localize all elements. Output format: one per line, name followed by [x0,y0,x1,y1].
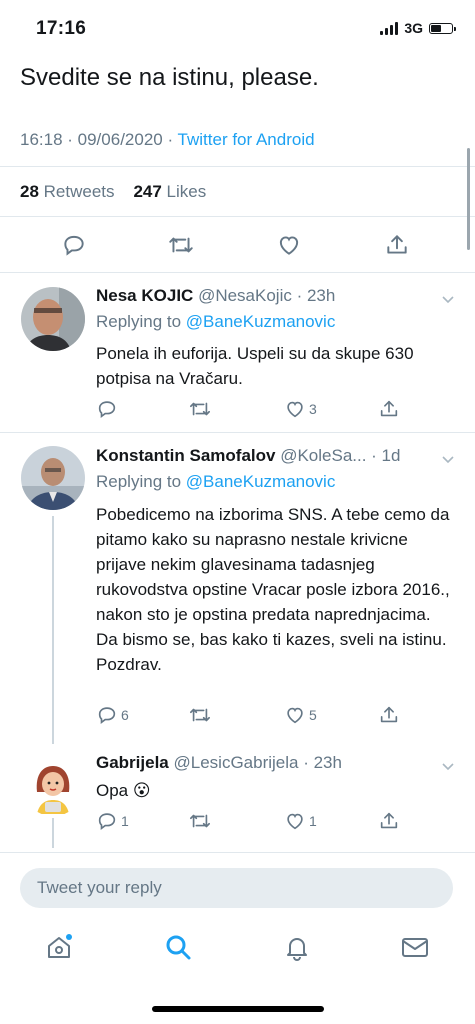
tweet-source-link[interactable]: Twitter for Android [178,130,315,149]
author-name[interactable]: Nesa KOJIC [96,286,193,305]
divider [0,432,475,433]
notifications-icon [287,938,307,961]
signal-icon [380,21,399,35]
retweet-button[interactable] [167,232,195,258]
heart-icon [287,707,303,724]
tab-bar [0,920,475,980]
like-button[interactable]: 1 [284,810,317,832]
tweet-stats: 28 Retweets 247 Likes [20,182,206,202]
retweet-button[interactable] [188,398,212,420]
search-icon [166,935,191,960]
reply-count: 1 [121,813,129,829]
mention-link[interactable]: @BaneKuzmanovic [186,312,336,331]
reply-text: Ponela ih euforija. Uspeli su da skupe 6… [96,344,414,388]
share-icon [380,706,398,723]
chevron-down-icon[interactable] [441,759,455,773]
share-button[interactable] [378,704,400,726]
retweet-button[interactable] [188,810,212,832]
reply-text: Opa 😮 [96,781,151,800]
tab-search[interactable] [163,932,193,962]
author-handle: @NesaKojic · 23h [198,286,336,305]
network-type: 3G [404,20,423,36]
reply-button[interactable]: 6 [96,704,129,726]
share-button[interactable] [378,398,400,420]
reply-count: 6 [121,707,129,723]
messages-icon [402,938,428,957]
status-indicators: 3G [380,20,456,36]
like-button[interactable]: 3 [284,398,317,420]
reply-button[interactable] [96,398,121,420]
avatar[interactable] [21,752,85,816]
like-button[interactable]: 5 [284,704,317,726]
tab-home[interactable] [44,932,74,962]
home-indicator[interactable] [152,1006,324,1012]
reply-icon [98,813,116,830]
reply-button[interactable] [61,232,87,258]
like-button[interactable] [276,232,302,258]
divider [0,272,475,273]
status-time: 17:16 [36,18,87,39]
retweet-icon [190,402,210,416]
share-icon [380,400,398,417]
author-handle: @LesicGabrijela · 23h [173,753,342,772]
battery-icon [429,22,456,34]
share-icon [387,235,407,254]
reply-button[interactable]: 1 [96,810,129,832]
like-count: 5 [309,707,317,723]
share-button[interactable] [384,232,410,258]
reply-input-placeholder: Tweet your reply [37,878,162,897]
replying-to: Replying to @BaneKuzmanovic [96,472,336,491]
home-icon [48,934,72,958]
like-count: 3 [309,401,317,417]
author-name[interactable]: Gabrijela [96,753,169,772]
divider [0,166,475,167]
reply-icon [98,401,116,418]
author-handle: @KoleSa... · 1d [280,446,401,465]
reply-icon [64,235,84,256]
heart-icon [279,236,299,255]
tweet-timestamp: 16:18 · 09/06/2020 · [20,130,178,149]
thread-line [52,818,54,848]
tweet-meta: 16:18 · 09/06/2020 · Twitter for Android [20,130,315,150]
replying-to: Replying to @BaneKuzmanovic [96,312,336,331]
like-count: 1 [309,813,317,829]
retweet-icon [190,814,210,828]
share-icon [380,812,398,829]
chevron-down-icon[interactable] [441,452,455,466]
tweet-text: Svedite se na istinu, please. [20,64,319,91]
reply-text: Pobedicemo na izborima SNS. A tebe cemo … [96,505,450,674]
mention-link[interactable]: @BaneKuzmanovic [186,472,336,491]
retweet-icon [190,708,210,722]
status-bar: 17:16 3G [0,0,475,56]
retweet-button[interactable] [188,704,212,726]
author-name[interactable]: Konstantin Samofalov [96,446,275,465]
chevron-down-icon[interactable] [441,292,455,306]
scrollbar[interactable] [467,148,470,250]
heart-icon [287,813,303,830]
reply-input[interactable]: Tweet your reply [20,868,453,908]
thread-line [52,516,54,744]
retweets-stat[interactable]: 28 Retweets [20,182,115,201]
avatar[interactable] [21,446,85,510]
tab-messages[interactable] [400,932,430,962]
divider [0,852,475,853]
divider [0,216,475,217]
share-button[interactable] [378,810,400,832]
heart-icon [287,401,303,418]
avatar[interactable] [21,287,85,351]
reply-icon [98,707,116,724]
likes-stat[interactable]: 247 Likes [133,182,206,201]
tab-notifications[interactable] [282,932,312,962]
retweet-icon [169,237,193,253]
